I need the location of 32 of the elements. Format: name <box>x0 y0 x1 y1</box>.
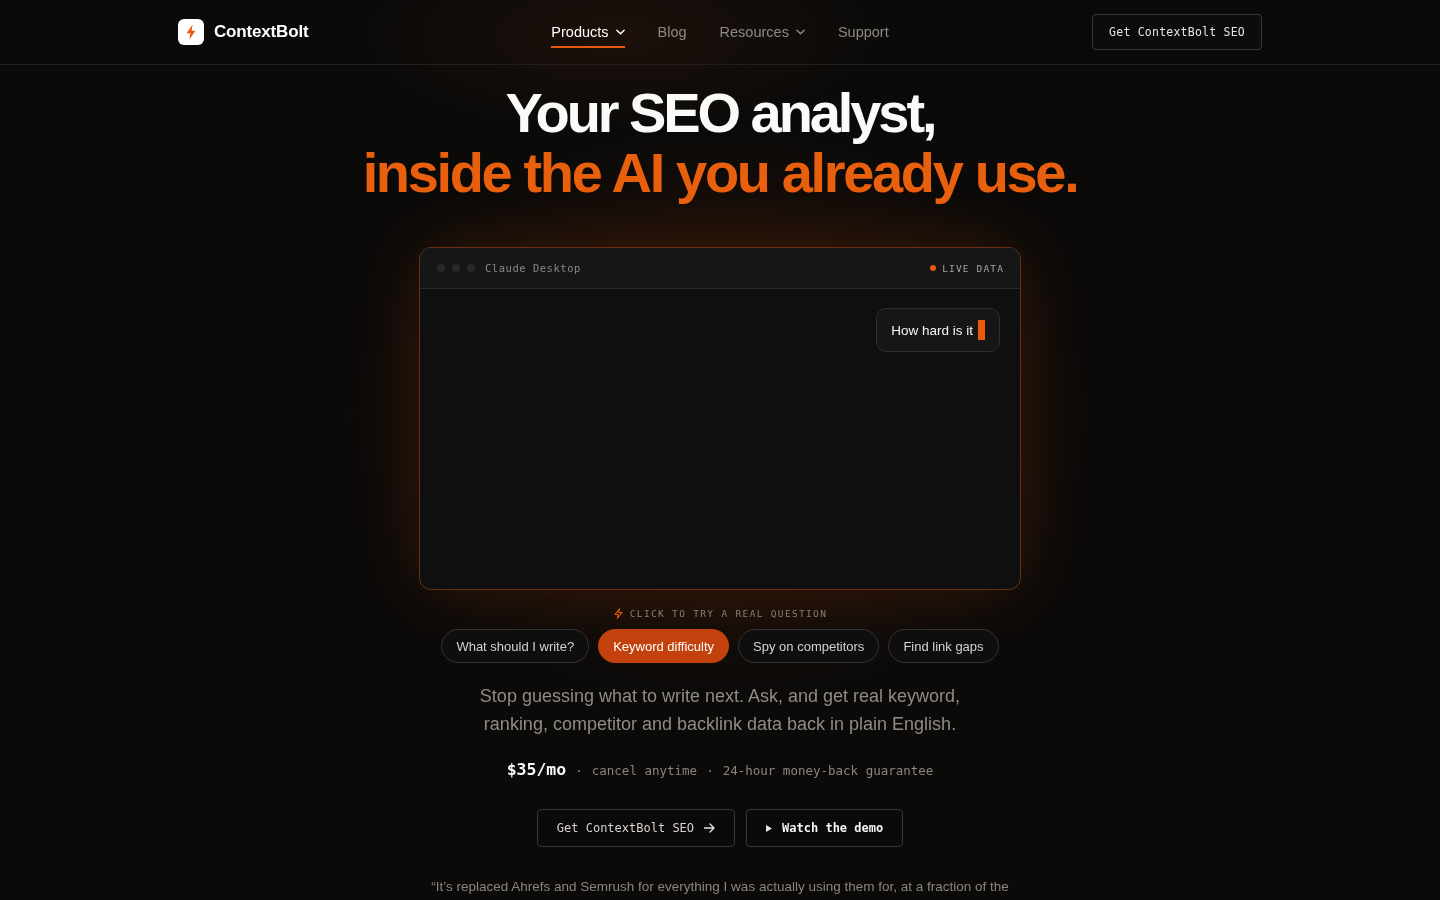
prompt-hint-label: CLICK TO TRY A REAL QUESTION <box>629 607 828 619</box>
message-text: How hard is it <box>891 322 973 338</box>
hero-title: Your SEO analyst, <box>505 83 935 143</box>
prompt-chip[interactable]: What should I write? <box>441 629 590 663</box>
separator-dot: · <box>706 763 714 778</box>
pricing-note: cancel anytime <box>591 763 698 778</box>
hero-title-accent: inside the AI you already use. <box>362 143 1078 203</box>
nav-link[interactable]: Resources <box>719 16 805 48</box>
prompt-chip[interactable]: Spy on competitors <box>738 629 880 663</box>
live-status-label: LIVE DATA <box>942 262 1004 274</box>
nav-link[interactable]: Support <box>837 16 889 48</box>
lightning-bolt-icon <box>612 607 624 619</box>
watch-demo-button[interactable]: Watch the demo <box>746 809 904 847</box>
pricing-note: 24-hour money-back guarantee <box>722 763 934 778</box>
get-seo-button[interactable]: Get ContextBolt SEO <box>536 809 736 847</box>
window-title: Claude Desktop <box>485 262 581 274</box>
arrow-right-icon <box>704 823 716 833</box>
brand-logo-link[interactable]: ContextBolt <box>178 19 309 45</box>
hero-description: Stop guessing what to write next. Ask, and get real keyword, ranking, competitor and backlink data back in plain English. <box>478 685 962 736</box>
status-dot-icon <box>930 265 937 271</box>
play-icon <box>766 824 773 832</box>
get-seo-button[interactable]: Get ContextBolt SEO <box>1092 14 1262 50</box>
lightning-bolt-logo-icon <box>178 19 204 45</box>
prompt-chip[interactable]: Find link gaps <box>888 629 999 663</box>
nav-link[interactable]: Products <box>551 16 625 48</box>
prompt-chip[interactable]: Keyword difficulty <box>598 629 730 663</box>
price-label: $35/mo <box>506 760 567 779</box>
nav-link[interactable]: Blog <box>657 16 687 48</box>
testimonial-quote: “It’s replaced Ahrefs and Semrush for everything I was actually using them for, at a fraction of the <box>431 878 1009 896</box>
chevron-down-icon <box>795 29 805 35</box>
chevron-down-icon <box>615 29 625 35</box>
separator-dot: · <box>575 763 583 778</box>
